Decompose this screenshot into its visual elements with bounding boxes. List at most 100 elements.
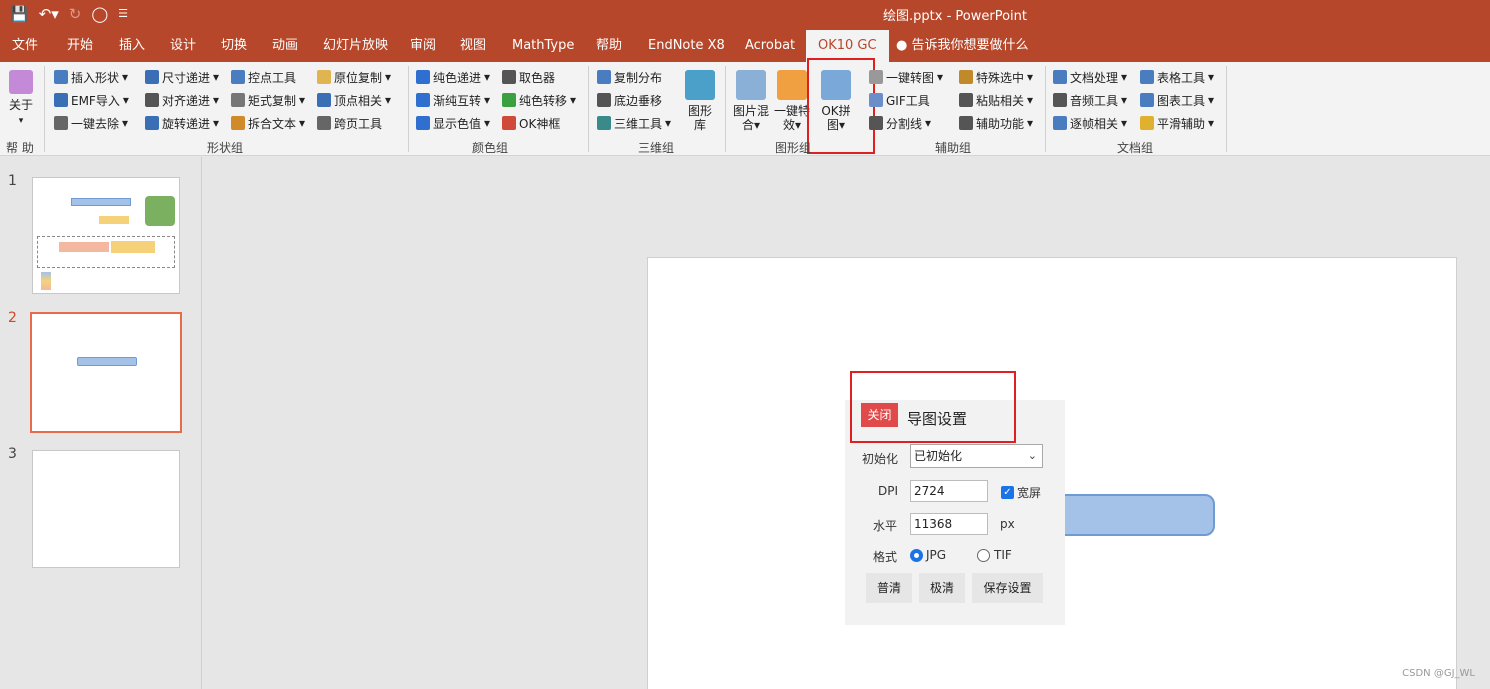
tab-endnote[interactable]: EndNote X8 [648,30,725,62]
solid-step-button[interactable]: 纯色递进 ▾ [416,67,490,87]
tab-slideshow[interactable]: 幻灯片放映 [323,30,388,62]
tab-animations[interactable]: 动画 [272,30,298,62]
audio-tool-button[interactable]: 音频工具 ▾ [1053,90,1127,110]
divider [725,66,726,152]
standard-quality-button[interactable]: 普清 [866,573,912,603]
slide-thumbnail-1[interactable] [32,177,180,294]
assist-function-label: 辅助功能 [976,116,1025,131]
to-image-button[interactable]: 一键转图 ▾ [869,67,943,87]
slide-thumbnail-2[interactable] [30,312,182,433]
smooth-icon [1140,116,1154,130]
cross-page-button[interactable]: 跨页工具 [317,113,382,133]
color-transfer-button[interactable]: 纯色转移 ▾ [502,90,576,110]
divider-line-label: 分割线 [886,116,923,131]
table-tool-button[interactable]: 表格工具 ▾ [1140,67,1214,87]
chart-tool-button[interactable]: 图表工具 ▾ [1140,90,1214,110]
show-color-button[interactable]: 显示色值 ▾ [416,113,490,133]
threed-tool-button[interactable]: 三维工具 ▾ [597,113,671,133]
insert-shape-button[interactable]: 插入形状 ▾ [54,67,128,87]
solid-step-label: 纯色递进 [433,70,482,85]
dpi-input[interactable]: 2724 [910,480,988,502]
page-icon [317,116,331,130]
save-settings-button[interactable]: 保存设置 [972,573,1043,603]
tab-help[interactable]: 帮助 [596,30,622,62]
tab-file[interactable]: 文件 [12,30,38,62]
align-icon [145,93,159,107]
shape-library-button[interactable]: 图形库 [684,70,716,132]
handle-tool-button[interactable]: 控点工具 [231,67,296,87]
horizontal-input[interactable]: 11368 [910,513,988,535]
emf-import-button[interactable]: EMF导入 ▾ [54,90,129,110]
tab-home[interactable]: 开始 [67,30,93,62]
tab-review[interactable]: 审阅 [410,30,436,62]
init-dropdown[interactable]: 已初始化 ⌄ [910,444,1043,468]
slide-thumbnail-3[interactable] [32,450,180,568]
one-key-effect-label: 一键特效 [773,104,810,132]
base-shift-button[interactable]: 底边垂移 [597,90,662,110]
audio-tool-label: 音频工具 [1070,93,1119,108]
assist-icon [959,116,973,130]
tab-design[interactable]: 设计 [170,30,196,62]
table-tool-label: 表格工具 [1157,70,1206,85]
rotate-icon [145,116,159,130]
gradient-convert-button[interactable]: 渐纯互转 ▾ [416,90,490,110]
align-step-label: 对齐递进 [162,93,211,108]
gradient-icon [416,93,430,107]
paste-button[interactable]: 粘贴相关 ▾ [959,90,1033,110]
remove-button[interactable]: 一键去除 ▾ [54,113,128,133]
paste-icon [959,93,973,107]
ok-frame-button[interactable]: OK神框 [502,113,560,133]
chevron-down-icon: ⌄ [1027,449,1037,462]
size-icon [145,70,159,84]
tab-transitions[interactable]: 切换 [221,30,247,62]
smooth-assist-button[interactable]: 平滑辅助 ▾ [1140,113,1214,133]
thumb-shape [111,241,155,253]
tell-me-search[interactable]: ● 告诉我你想要做什么 [896,30,1029,62]
special-select-label: 特殊选中 [976,70,1025,85]
format-tif-radio[interactable] [977,549,990,562]
rotate-step-button[interactable]: 旋转递进 ▾ [145,113,219,133]
color-picker-button[interactable]: 取色器 [502,67,555,87]
image-blend-button[interactable]: 图片混合▾ [731,70,771,132]
doc-process-button[interactable]: 文档处理 ▾ [1053,67,1127,87]
gif-tool-button[interactable]: GIF工具 [869,90,930,110]
split-text-button[interactable]: 拆合文本 ▾ [231,113,305,133]
in-place-copy-label: 原位复制 [334,70,383,85]
ribbon-tabs: 文件 开始 插入 设计 切换 动画 幻灯片放映 审阅 视图 MathType 帮… [0,30,1490,62]
vertex-button[interactable]: 顶点相关 ▾ [317,90,391,110]
divider-line-button[interactable]: 分割线 ▾ [869,113,931,133]
to-image-label: 一键转图 [886,70,935,85]
rounded-rectangle-shape[interactable] [1050,494,1215,536]
special-select-button[interactable]: 特殊选中 ▾ [959,67,1033,87]
widescreen-checkbox[interactable]: ✓ [1001,486,1014,499]
in-place-copy-button[interactable]: 原位复制 ▾ [317,67,391,87]
convert-icon [869,70,883,84]
tab-insert[interactable]: 插入 [119,30,145,62]
about-button[interactable]: 关于 ▾ [6,70,36,128]
frame-by-frame-button[interactable]: 逐帧相关 ▾ [1053,113,1127,133]
one-key-effect-button[interactable]: 一键特效▾ [773,70,811,132]
tab-acrobat[interactable]: Acrobat [745,30,795,62]
tab-mathtype[interactable]: MathType [512,30,574,62]
paste-label: 粘贴相关 [976,93,1025,108]
frames-icon [1053,116,1067,130]
matrix-copy-button[interactable]: 矩式复制 ▾ [231,90,305,110]
handle-tool-label: 控点工具 [248,70,297,85]
format-jpg-radio[interactable] [910,549,923,562]
emf-import-label: EMF导入 [71,93,120,108]
show-color-label: 显示色值 [433,116,482,131]
ultra-quality-button[interactable]: 极清 [919,573,965,603]
tab-view[interactable]: 视图 [460,30,486,62]
format-jpg-label: JPG [926,548,947,562]
widescreen-label: 宽屏 [1017,486,1042,500]
assist-function-button[interactable]: 辅助功能 ▾ [959,113,1033,133]
frame-icon [502,116,516,130]
copy-distribute-button[interactable]: 复制分布 [597,67,662,87]
document-icon [1053,70,1067,84]
size-step-button[interactable]: 尺寸递进 ▾ [145,67,219,87]
align-step-button[interactable]: 对齐递进 ▾ [145,90,219,110]
eyedropper-icon [502,70,516,84]
threed-tool-label: 三维工具 [614,116,663,131]
matrix-copy-label: 矩式复制 [248,93,297,108]
chart-icon [1140,93,1154,107]
